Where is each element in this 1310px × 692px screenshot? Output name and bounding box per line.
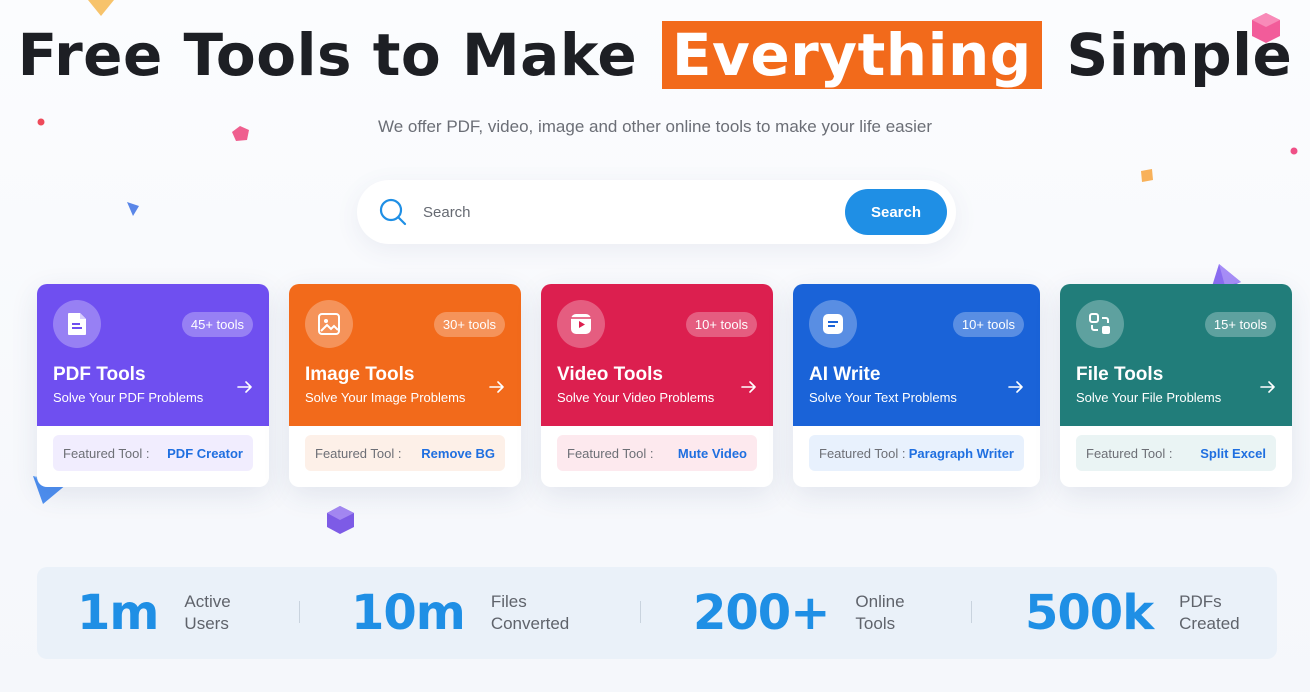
featured-tool-link[interactable]: Featured Tool : Mute Video	[557, 435, 757, 471]
card-title: Video Tools	[557, 364, 663, 385]
stat-number: 500k	[1025, 585, 1154, 641]
card-video-tools[interactable]: 10+ tools Video Tools Solve Your Video P…	[541, 284, 773, 487]
card-ai-write[interactable]: 10+ tools AI Write Solve Your Text Probl…	[793, 284, 1040, 487]
image-icon	[305, 300, 353, 348]
search-button[interactable]: Search	[845, 189, 947, 235]
text-document-icon	[809, 300, 857, 348]
stat-label: PDFs Created	[1179, 591, 1239, 635]
hero-title-highlight: Everything	[661, 21, 1042, 89]
featured-tool-label: Featured Tool :	[1086, 445, 1173, 461]
card-image-tools[interactable]: 30+ tools Image Tools Solve Your Image P…	[289, 284, 521, 487]
arrow-right-icon[interactable]	[741, 380, 757, 394]
tool-count-badge: 10+ tools	[685, 312, 757, 337]
search-input[interactable]	[423, 196, 823, 228]
stat-label-line2: Tools	[855, 614, 896, 633]
card-file-tools[interactable]: 15+ tools File Tools Solve Your File Pro…	[1060, 284, 1292, 487]
featured-tool-name[interactable]: Split Excel	[1200, 446, 1266, 461]
purple-cube-decoration	[327, 506, 354, 534]
featured-tool-label: Featured Tool :	[63, 445, 150, 461]
hero-title-start: Free Tools to Make	[17, 21, 638, 89]
featured-tool-name[interactable]: Paragraph Writer	[909, 446, 1014, 461]
arrow-right-icon[interactable]	[489, 380, 505, 394]
stat-number: 10m	[351, 585, 466, 641]
featured-tool-name[interactable]: PDF Creator	[167, 446, 243, 461]
stat-label-line1: Online	[855, 592, 905, 611]
arrow-right-icon[interactable]	[237, 380, 253, 394]
stats-bar: 1m Active Users 10m Files Converted 200+ O…	[37, 567, 1277, 659]
featured-tool-link[interactable]: Featured Tool : Split Excel	[1076, 435, 1276, 471]
video-play-icon	[557, 300, 605, 348]
stat-online-tools: 200+ Online Tools	[693, 567, 905, 659]
card-description: Solve Your Video Problems	[557, 390, 715, 405]
card-title: PDF Tools	[53, 364, 146, 385]
tool-count-badge: 15+ tools	[1204, 312, 1276, 337]
featured-tool-name[interactable]: Remove BG	[421, 446, 495, 461]
stat-pdfs-created: 500k PDFs Created	[1025, 567, 1240, 659]
stat-label-line2: Users	[184, 614, 229, 633]
file-convert-icon	[1076, 300, 1124, 348]
featured-tool-link[interactable]: Featured Tool : PDF Creator	[53, 435, 253, 471]
stat-label: Files Converted	[491, 591, 569, 635]
tool-count-badge: 45+ tools	[181, 312, 253, 337]
card-header: 45+ tools PDF Tools Solve Your PDF Probl…	[37, 284, 269, 426]
tool-count-badge: 10+ tools	[952, 312, 1024, 337]
stat-files-converted: 10m Files Converted	[351, 567, 569, 659]
featured-tool-link[interactable]: Featured Tool : Remove BG	[305, 435, 505, 471]
pdf-file-icon	[53, 300, 101, 348]
stat-label-line1: Active	[184, 592, 231, 611]
stat-active-users: 1m Active Users	[77, 567, 231, 659]
card-title: File Tools	[1076, 364, 1164, 385]
orange-square-decoration	[1141, 169, 1153, 182]
featured-tool-label: Featured Tool :	[567, 445, 654, 461]
featured-tool-label: Featured Tool :	[315, 445, 402, 461]
stat-label: Online Tools	[855, 591, 904, 635]
card-description: Solve Your File Problems	[1076, 390, 1222, 405]
stat-label-line1: PDFs	[1179, 592, 1222, 611]
card-header: 10+ tools AI Write Solve Your Text Probl…	[793, 284, 1040, 426]
featured-tool-name[interactable]: Mute Video	[678, 446, 747, 461]
stat-label-line2: Created	[1179, 614, 1240, 633]
card-pdf-tools[interactable]: 45+ tools PDF Tools Solve Your PDF Probl…	[37, 284, 269, 487]
search-bar: Search	[357, 180, 956, 244]
stat-label-line2: Converted	[490, 614, 570, 633]
card-header: 10+ tools Video Tools Solve Your Video P…	[541, 284, 773, 426]
card-description: Solve Your Text Problems	[809, 390, 957, 405]
card-title: AI Write	[809, 364, 881, 385]
card-description: Solve Your Image Problems	[305, 390, 466, 405]
stat-number: 1m	[77, 585, 159, 641]
card-description: Solve Your PDF Problems	[53, 390, 204, 405]
yellow-triangle-decoration	[88, 0, 114, 16]
card-header: 15+ tools File Tools Solve Your File Pro…	[1060, 284, 1292, 426]
hero-title-end: Simple	[1066, 21, 1293, 89]
tool-count-badge: 30+ tools	[433, 312, 505, 337]
featured-tool-label: Featured Tool :	[819, 445, 906, 461]
card-header: 30+ tools Image Tools Solve Your Image P…	[289, 284, 521, 426]
arrow-right-icon[interactable]	[1008, 380, 1024, 394]
card-title: Image Tools	[305, 364, 415, 385]
divider	[971, 601, 972, 623]
divider	[299, 601, 300, 623]
stat-number: 200+	[693, 585, 830, 641]
pink-dot-decoration	[1290, 147, 1298, 155]
blue-triangle-small-decoration	[127, 202, 139, 216]
stat-label-line1: Files	[490, 592, 527, 611]
stat-label: Active Users	[184, 591, 230, 635]
hero-subtitle: We offer PDF, video, image and other onl…	[377, 117, 933, 136]
featured-tool-link[interactable]: Featured Tool : Paragraph Writer	[809, 435, 1024, 471]
arrow-right-icon[interactable]	[1260, 380, 1276, 394]
divider	[640, 601, 641, 623]
hero-title: Free Tools to Make Everything Simple	[0, 21, 1310, 89]
search-icon	[379, 198, 407, 226]
